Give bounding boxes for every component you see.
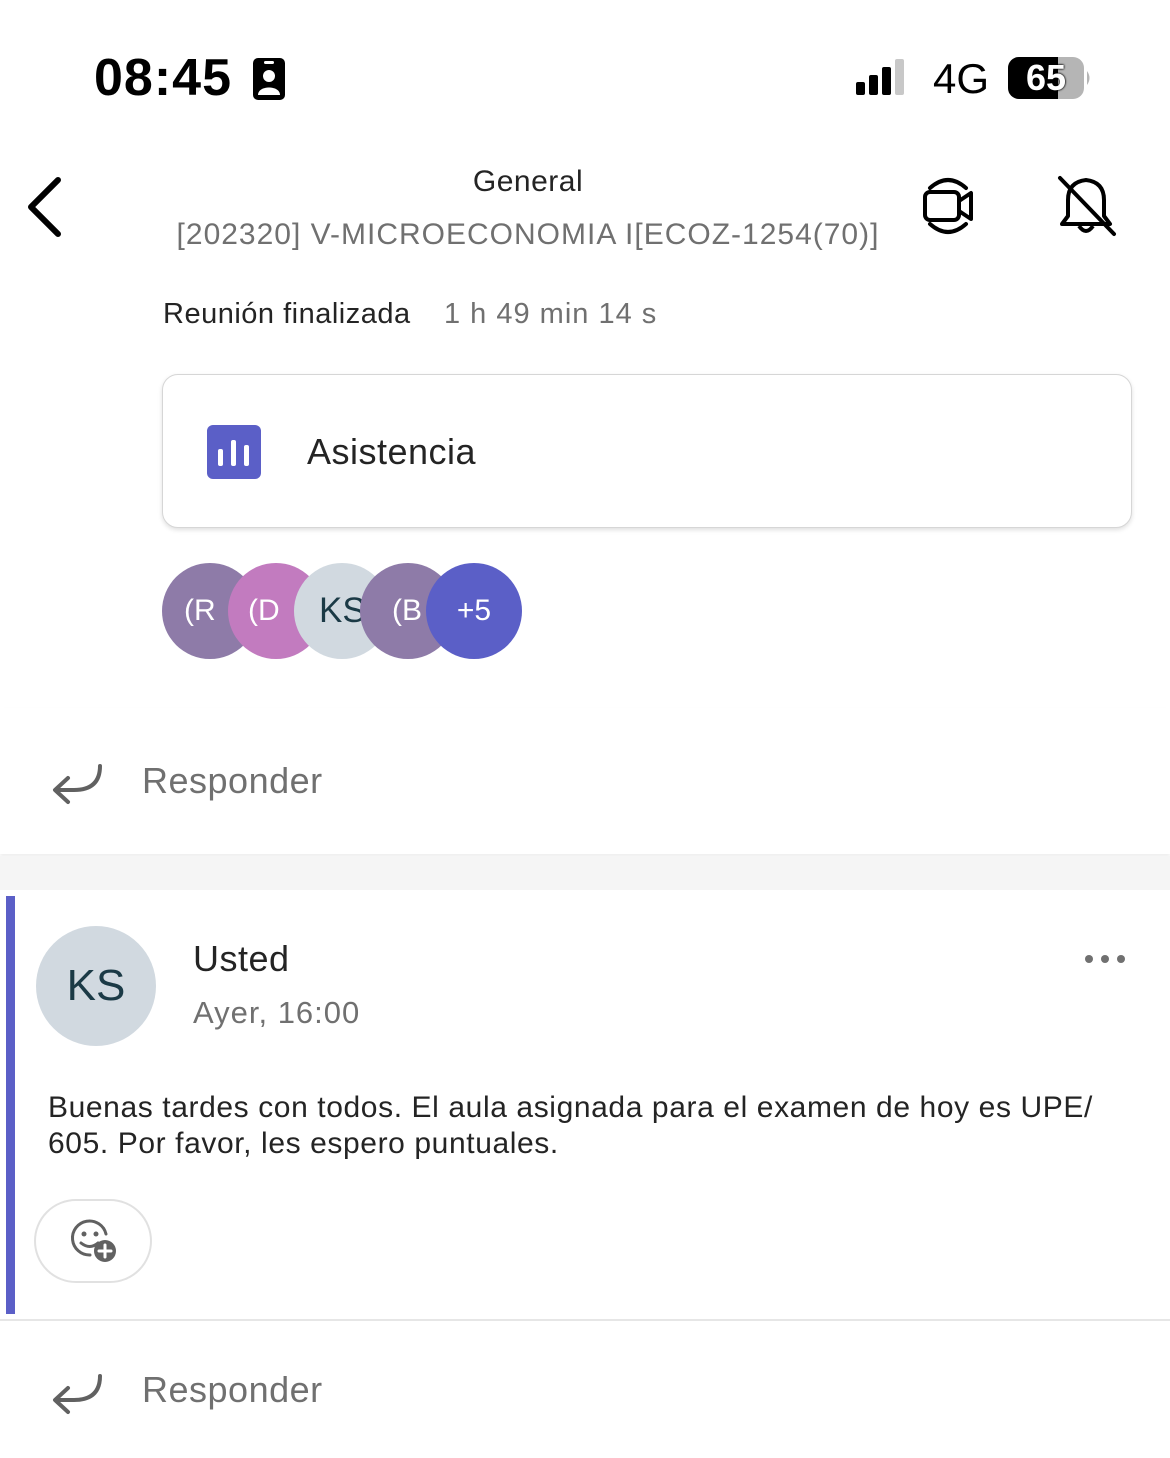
attendance-label: Asistencia	[307, 431, 477, 472]
reply-button[interactable]: Responder	[142, 1369, 323, 1411]
participant-initials: (R	[184, 594, 216, 627]
message-author: Usted	[193, 938, 290, 979]
more-options-icon[interactable]	[1082, 950, 1128, 968]
participant-initials: KS	[319, 591, 366, 630]
avatar[interactable]: KS	[36, 926, 156, 1046]
participant-initials: (B	[392, 594, 422, 627]
divider	[0, 1319, 1170, 1321]
message-accent-bar	[6, 896, 15, 1314]
team-name[interactable]: [202320] V-MICROECONOMIA I[ECOZ-1254(70)…	[0, 218, 1056, 252]
reply-icon	[53, 1374, 102, 1414]
section-divider	[0, 856, 1170, 890]
signal-icon	[856, 59, 904, 95]
id-badge-icon	[253, 58, 285, 100]
chart-icon	[207, 425, 261, 479]
network-type: 4G	[933, 55, 990, 102]
reply-icon	[53, 764, 102, 804]
channel-title: General	[472, 165, 584, 198]
more-participants[interactable]: +5	[426, 563, 522, 659]
reply-button[interactable]: Responder	[142, 760, 323, 802]
video-call-icon[interactable]	[920, 174, 976, 238]
add-reaction-icon	[70, 1219, 116, 1262]
meeting-duration: 1 h 49 min 14 s	[444, 298, 658, 330]
meeting-status: Reunión finalizada	[163, 298, 411, 330]
status-time: 08:45	[94, 49, 232, 107]
participant-initials: (D	[248, 594, 280, 627]
bell-off-icon[interactable]	[1054, 172, 1118, 238]
participant-count: +5	[456, 594, 492, 627]
avatar-initials: KS	[66, 961, 126, 1010]
message-body: Buenas tardes con todos. El aula asignad…	[48, 1091, 1093, 1160]
message-timestamp: Ayer, 16:00	[193, 995, 361, 1030]
battery-level: 65	[1025, 57, 1067, 98]
